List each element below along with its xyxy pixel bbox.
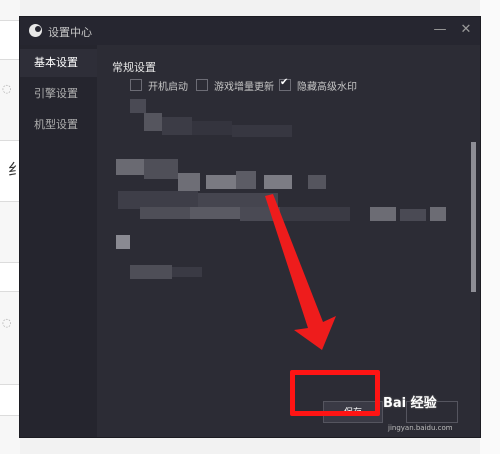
red-arrow-shape xyxy=(265,194,336,350)
baidu-jingyan-logo: Bai 经验 xyxy=(383,396,437,411)
pointer-arrow xyxy=(265,194,336,350)
baidu-jingyan-url: jingyan.baidu.com xyxy=(388,424,453,432)
